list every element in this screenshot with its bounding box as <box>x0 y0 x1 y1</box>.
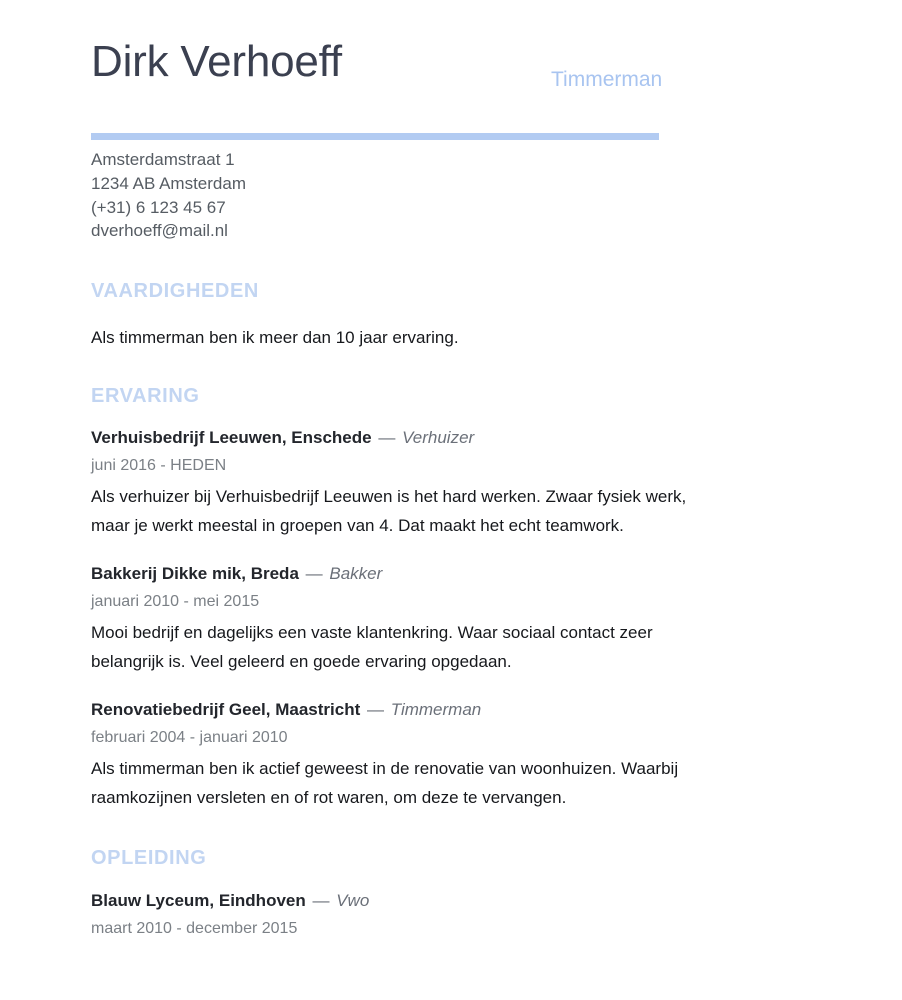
experience-entry: Bakkerij Dikke mik, Breda — Bakker janua… <box>91 562 791 676</box>
skills-text: Als timmerman ben ik meer dan 10 jaar er… <box>91 328 459 348</box>
title-separator: — <box>305 564 323 584</box>
experience-entry: Verhuisbedrijf Leeuwen, Enschede — Verhu… <box>91 426 791 540</box>
contact-phone: (+31) 6 123 45 67 <box>91 197 226 217</box>
experience-dates: februari 2004 - januari 2010 <box>91 729 288 747</box>
section-skills: VAARDIGHEDEN Als timmerman ben ik meer d… <box>91 281 791 352</box>
experience-entry: Renovatiebedrijf Geel, Maastricht — Timm… <box>91 698 791 812</box>
experience-entry-title: Bakkerij Dikke mik, Breda — Bakker <box>91 562 791 586</box>
experience-description: Mooi bedrijf en dagelijks een vaste klan… <box>91 623 653 672</box>
education-entry-title: Blauw Lyceum, Eindhoven — Vwo <box>91 889 791 913</box>
section-heading-skills: VAARDIGHEDEN <box>91 280 259 303</box>
education-degree: Vwo <box>336 891 370 911</box>
experience-employer: Verhuisbedrijf Leeuwen, Enschede <box>91 428 372 448</box>
experience-role: Verhuizer <box>402 428 475 448</box>
education-entry: Blauw Lyceum, Eindhoven — Vwo maart 2010… <box>91 889 791 940</box>
education-school: Blauw Lyceum, Eindhoven <box>91 891 306 911</box>
title-separator: — <box>378 428 396 448</box>
experience-role: Bakker <box>329 564 383 584</box>
section-education: OPLEIDING Blauw Lyceum, Eindhoven — Vwo … <box>91 848 791 940</box>
experience-entry-title: Verhuisbedrijf Leeuwen, Enschede — Verhu… <box>91 426 791 450</box>
contact-street: Amsterdamstraat 1 <box>91 150 235 169</box>
contact-city: 1234 AB Amsterdam <box>91 173 246 193</box>
contact-block: Amsterdamstraat 1 1234 AB Amsterdam (+31… <box>91 148 791 243</box>
experience-dates: januari 2010 - mei 2015 <box>91 593 260 611</box>
resume-content: Dirk Verhoeff Timmerman Amsterdamstraat … <box>91 0 791 940</box>
section-heading-education: OPLEIDING <box>91 847 207 870</box>
experience-description: Als verhuizer bij Verhuisbedrijf Leeuwen… <box>91 487 687 536</box>
experience-role: Timmerman <box>390 700 482 720</box>
section-experience: ERVARING Verhuisbedrijf Leeuwen, Ensched… <box>91 386 791 812</box>
education-dates: maart 2010 - december 2015 <box>91 920 298 938</box>
contact-email: dverhoeff@mail.nl <box>91 221 228 241</box>
experience-entry-title: Renovatiebedrijf Geel, Maastricht — Timm… <box>91 698 791 722</box>
resume-header: Dirk Verhoeff Timmerman <box>91 0 791 96</box>
experience-description: Als timmerman ben ik actief geweest in d… <box>91 759 679 808</box>
experience-employer: Renovatiebedrijf Geel, Maastricht <box>91 700 361 720</box>
resume-page: Dirk Verhoeff Timmerman Amsterdamstraat … <box>0 0 902 1000</box>
header-accent-bar <box>91 133 659 140</box>
title-separator: — <box>366 700 384 720</box>
candidate-job-title: Timmerman <box>551 68 663 91</box>
experience-dates: juni 2016 - HEDEN <box>91 457 227 475</box>
title-separator: — <box>312 891 330 911</box>
candidate-name: Dirk Verhoeff <box>91 37 342 86</box>
section-heading-experience: ERVARING <box>91 385 200 408</box>
experience-employer: Bakkerij Dikke mik, Breda <box>91 564 299 584</box>
